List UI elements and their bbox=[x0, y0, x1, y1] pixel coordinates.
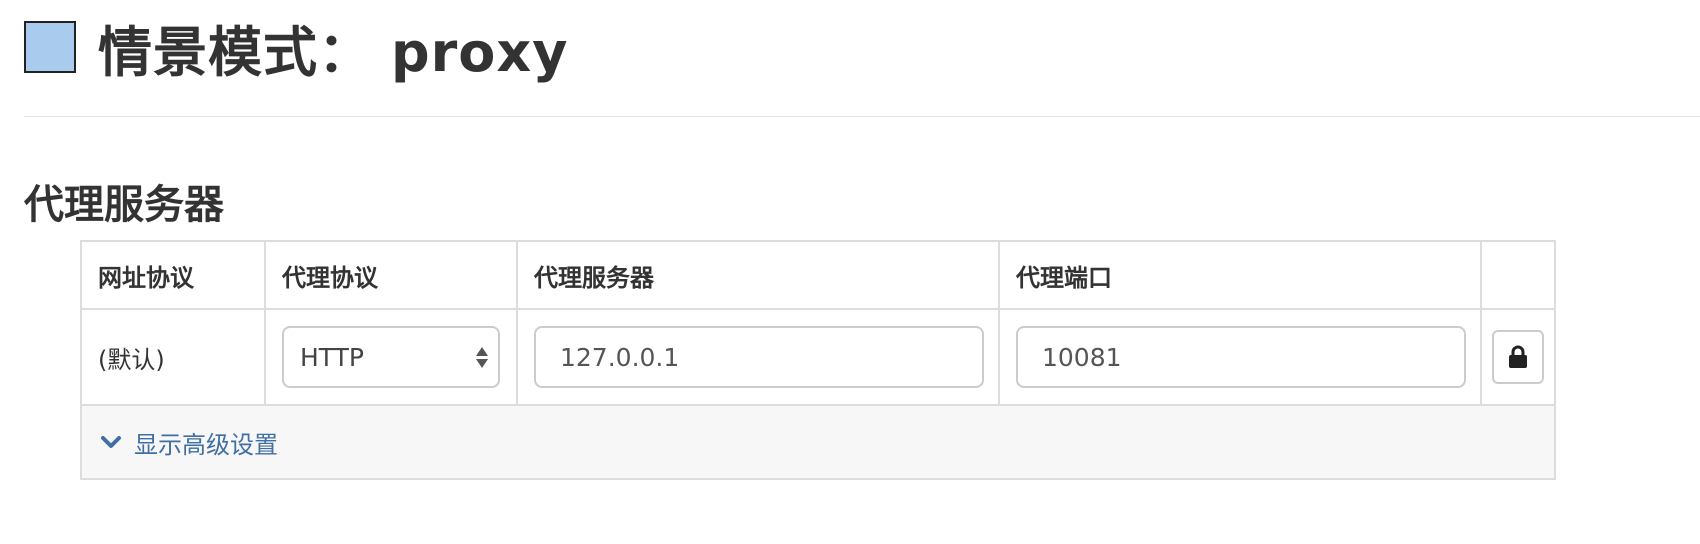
table-header-row: 网址协议 代理协议 代理服务器 代理端口 bbox=[82, 242, 1554, 310]
title-divider bbox=[24, 116, 1700, 117]
scheme-label: (默认) bbox=[98, 345, 165, 374]
proxy-server-input[interactable] bbox=[534, 326, 984, 388]
advanced-settings-label: 显示高级设置 bbox=[134, 430, 278, 459]
actions-cell bbox=[1482, 310, 1554, 404]
server-cell bbox=[518, 310, 1000, 404]
column-header-port: 代理端口 bbox=[1000, 242, 1482, 308]
protocol-cell: HTTP bbox=[266, 310, 518, 404]
profile-color-swatch[interactable] bbox=[24, 21, 76, 73]
title-prefix: 情景模式： bbox=[98, 20, 373, 84]
column-header-label: 代理协议 bbox=[282, 263, 378, 292]
port-cell bbox=[1000, 310, 1482, 404]
column-header-scheme: 网址协议 bbox=[82, 242, 266, 308]
protocol-select[interactable]: HTTP bbox=[282, 326, 500, 388]
profile-name[interactable]: proxy bbox=[391, 21, 568, 84]
advanced-settings-row: 显示高级设置 bbox=[82, 406, 1554, 478]
column-header-label: 网址协议 bbox=[98, 263, 194, 292]
column-header-server: 代理服务器 bbox=[518, 242, 1000, 308]
show-advanced-settings-link[interactable]: 显示高级设置 bbox=[100, 406, 278, 478]
page-title: 情景模式： proxy bbox=[98, 8, 568, 87]
column-header-protocol: 代理协议 bbox=[266, 242, 518, 308]
proxy-table: 网址协议 代理协议 代理服务器 代理端口 (默认) HTTP 127.0.0.1… bbox=[80, 240, 1556, 480]
section-heading: 代理服务器 bbox=[24, 182, 224, 228]
lock-button[interactable] bbox=[1492, 330, 1544, 384]
proxy-port-input[interactable] bbox=[1016, 326, 1466, 388]
page: 情景模式：proxy 代理服务器 网址协议 代理协议 代理服务器 代理端口 ( bbox=[0, 0, 1700, 544]
column-header-label: 代理服务器 bbox=[534, 263, 654, 292]
table-row: (默认) HTTP bbox=[82, 310, 1554, 406]
column-header-label: 代理端口 bbox=[1016, 263, 1112, 292]
scheme-cell: (默认) bbox=[82, 310, 266, 404]
protocol-select-value: HTTP bbox=[300, 342, 364, 372]
title-row: 情景模式： proxy bbox=[24, 14, 568, 84]
select-arrows-icon bbox=[476, 346, 488, 368]
chevron-down-icon bbox=[101, 436, 121, 448]
column-header-actions bbox=[1482, 242, 1554, 308]
lock-icon bbox=[1509, 345, 1527, 368]
